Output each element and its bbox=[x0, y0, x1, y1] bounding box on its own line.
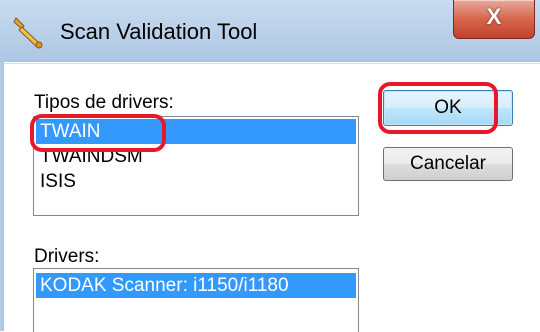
wrench-icon bbox=[13, 17, 43, 49]
list-item-kodak-scanner[interactable]: KODAK Scanner: i1150/i1180 bbox=[36, 273, 356, 298]
window-frame bbox=[0, 62, 4, 331]
driver-types-label: Tipos de drivers: bbox=[34, 92, 174, 113]
drivers-listbox[interactable]: KODAK Scanner: i1150/i1180 bbox=[33, 268, 359, 332]
ok-button[interactable]: OK bbox=[383, 90, 513, 126]
list-item-twaindsm[interactable]: TWAINDSM bbox=[36, 144, 143, 169]
list-item-twain[interactable]: TWAIN bbox=[36, 119, 356, 144]
list-item-isis[interactable]: ISIS bbox=[36, 169, 76, 194]
cancel-button[interactable]: Cancelar bbox=[383, 147, 513, 181]
title-bar[interactable]: Scan Validation Tool X bbox=[0, 0, 540, 63]
driver-types-listbox[interactable]: TWAIN TWAINDSM ISIS bbox=[33, 116, 359, 216]
drivers-label: Drivers: bbox=[34, 246, 100, 267]
window-title: Scan Validation Tool bbox=[60, 19, 258, 44]
divider bbox=[4, 63, 540, 64]
close-button[interactable]: X bbox=[453, 0, 535, 39]
close-icon: X bbox=[486, 4, 502, 29]
